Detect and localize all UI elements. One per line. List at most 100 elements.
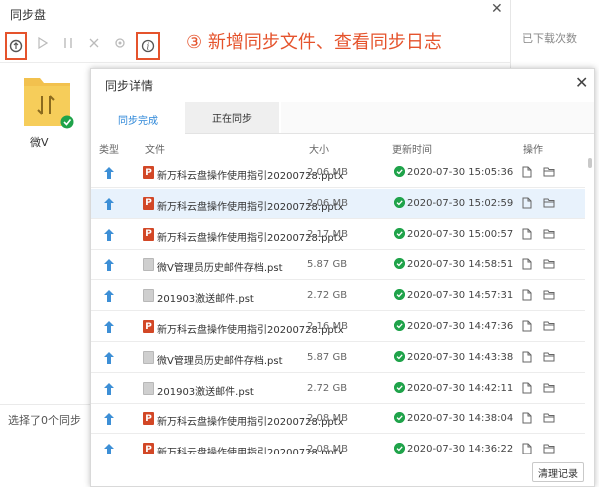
success-check-icon	[394, 320, 405, 331]
table-row[interactable]: P 新万科云盘操作使用指引20200728.pptx 2.16 MB 2020-07-…	[91, 312, 585, 342]
success-check-icon	[394, 258, 405, 270]
pst-file-icon	[143, 350, 154, 364]
info-icon: i	[141, 39, 155, 53]
table-row[interactable]: 201903激送邮件.pst 2.72 GB 2020-07-30 14:42:11	[91, 374, 585, 404]
update-time: 2020-07-30 15:05:36	[407, 167, 514, 178]
upload-arrow-icon	[104, 290, 114, 303]
clear-records-button[interactable]: 清理记录	[532, 462, 584, 482]
pause-button[interactable]	[57, 32, 79, 54]
sync-details-dialog: 同步详情 ✕ 同步完成 正在同步 类型 文件 大小 更新时间 操作 P 新万科云盘…	[90, 68, 595, 487]
upload-arrow-icon	[104, 382, 114, 395]
sync-folder-item[interactable]	[20, 70, 74, 134]
open-file-icon[interactable]	[522, 166, 532, 178]
sync-record-table: P 新万科云盘操作使用指引20200728.pptx 2.06 MB 2020-07-…	[91, 158, 585, 478]
pst-file-icon	[143, 289, 154, 303]
open-folder-icon[interactable]	[543, 289, 555, 300]
column-time: 更新时间	[392, 145, 432, 156]
pause-icon	[64, 38, 72, 48]
sync-refresh-icon	[9, 39, 23, 53]
open-file-icon[interactable]	[522, 289, 532, 301]
update-time: 2020-07-30 14:43:38	[407, 351, 514, 363]
file-size: 2.17 MB	[307, 228, 348, 240]
table-scrollbar[interactable]	[588, 158, 592, 298]
success-check-icon	[394, 412, 405, 424]
success-check-icon	[394, 196, 405, 208]
open-folder-icon[interactable]	[543, 382, 555, 393]
success-check-icon	[394, 350, 405, 362]
open-folder-icon[interactable]	[543, 412, 555, 423]
toolbar-divider	[0, 62, 510, 63]
column-type: 类型	[99, 145, 119, 156]
folder-icon	[24, 78, 74, 129]
table-row[interactable]: 微V管理员历史邮件存档.pst 5.87 GB 2020-07-30 14:43:3…	[91, 343, 585, 373]
tab-syncing[interactable]: 正在同步	[185, 102, 279, 133]
file-size: 2.06 MB	[307, 167, 348, 178]
delete-x-icon	[89, 38, 99, 48]
file-name: 201903激送邮件.pst	[157, 294, 254, 306]
update-time: 2020-07-30 14:58:51	[407, 259, 514, 271]
delete-button[interactable]	[83, 32, 105, 54]
tutorial-annotation: ③ 新增同步文件、查看同步日志	[186, 32, 442, 53]
pst-file-icon	[143, 258, 154, 272]
scrollbar-thumb[interactable]	[588, 158, 592, 168]
table-row[interactable]: 201903激送邮件.pst 2.72 GB 2020-07-30 14:57:31	[91, 281, 585, 312]
dialog-close-icon[interactable]: ✕	[575, 75, 588, 91]
open-folder-icon[interactable]	[543, 443, 555, 454]
success-check-icon	[394, 166, 405, 177]
file-size: 2.72 GB	[307, 290, 348, 302]
window-close-icon[interactable]: ✕	[491, 2, 505, 16]
file-size: 2.08 MB	[307, 413, 348, 425]
open-file-icon[interactable]	[522, 412, 532, 424]
open-folder-icon[interactable]	[543, 228, 555, 239]
dialog-title: 同步详情	[105, 79, 154, 93]
update-time: 2020-07-30 15:02:59	[407, 197, 514, 209]
file-size: 5.87 GB	[307, 351, 348, 363]
settings-button[interactable]	[109, 32, 131, 54]
table-row[interactable]: P 新万科云盘操作使用指引20200728.pptx 2.06 MB 2020-07-…	[91, 188, 585, 219]
svg-text:i: i	[147, 43, 150, 53]
open-file-icon[interactable]	[522, 258, 532, 270]
update-time: 2020-07-30 14:38:04	[407, 413, 514, 425]
file-size: 2.72 GB	[307, 382, 348, 394]
success-check-icon	[394, 381, 405, 393]
success-check-icon	[394, 443, 405, 455]
open-file-icon[interactable]	[522, 351, 532, 363]
start-button[interactable]	[32, 32, 54, 54]
open-folder-icon[interactable]	[543, 166, 555, 177]
folder-name: 微V	[30, 136, 49, 149]
sync-refresh-button[interactable]	[5, 32, 27, 60]
open-folder-icon[interactable]	[543, 197, 555, 208]
open-file-icon[interactable]	[522, 197, 532, 209]
success-check-icon	[394, 227, 405, 239]
sync-details-button[interactable]: i	[136, 32, 160, 60]
file-name: 201903激送邮件.pst	[157, 386, 254, 398]
sync-check-icon	[60, 115, 74, 129]
tab-sync-complete[interactable]: 同步完成	[91, 102, 185, 135]
upload-arrow-icon	[104, 413, 114, 426]
upload-arrow-icon	[104, 197, 114, 210]
update-time: 2020-07-30 14:57:31	[407, 290, 514, 302]
open-folder-icon[interactable]	[543, 258, 555, 269]
file-size: 5.87 GB	[307, 259, 348, 271]
status-text: 选择了0个同步	[8, 414, 81, 427]
table-row[interactable]: P 新万科云盘操作使用指引20200728.pptx 2.06 MB 2020-07-…	[91, 158, 585, 188]
table-row[interactable]: 微V管理员历史邮件存档.pst 5.87 GB 2020-07-30 14:58:5…	[91, 250, 585, 281]
table-row[interactable]: P 新万科云盘操作使用指引20200728.pptx 2.17 MB 2020-07-…	[91, 220, 585, 250]
success-check-icon	[394, 289, 405, 301]
pst-file-icon	[143, 381, 154, 395]
open-folder-icon[interactable]	[543, 320, 555, 331]
table-header: 类型 文件 大小 更新时间 操作	[91, 139, 585, 157]
download-count-label: 已下载次数	[522, 32, 577, 45]
open-folder-icon[interactable]	[543, 351, 555, 362]
table-row[interactable]: P新万科云盘操作使用指引20200728.pptx2.08 MB2020-07-…	[91, 404, 585, 435]
tab-bar: 同步完成 正在同步	[91, 102, 594, 135]
status-divider	[0, 404, 90, 405]
upload-arrow-icon	[104, 228, 114, 241]
ppt-file-icon: P	[143, 166, 154, 179]
ppt-file-icon: P	[143, 320, 154, 333]
file-size: 2.06 MB	[307, 197, 348, 209]
file-size: 2.16 MB	[307, 321, 348, 332]
open-file-icon[interactable]	[522, 382, 532, 394]
open-file-icon[interactable]	[522, 320, 532, 332]
open-file-icon[interactable]	[522, 228, 532, 240]
